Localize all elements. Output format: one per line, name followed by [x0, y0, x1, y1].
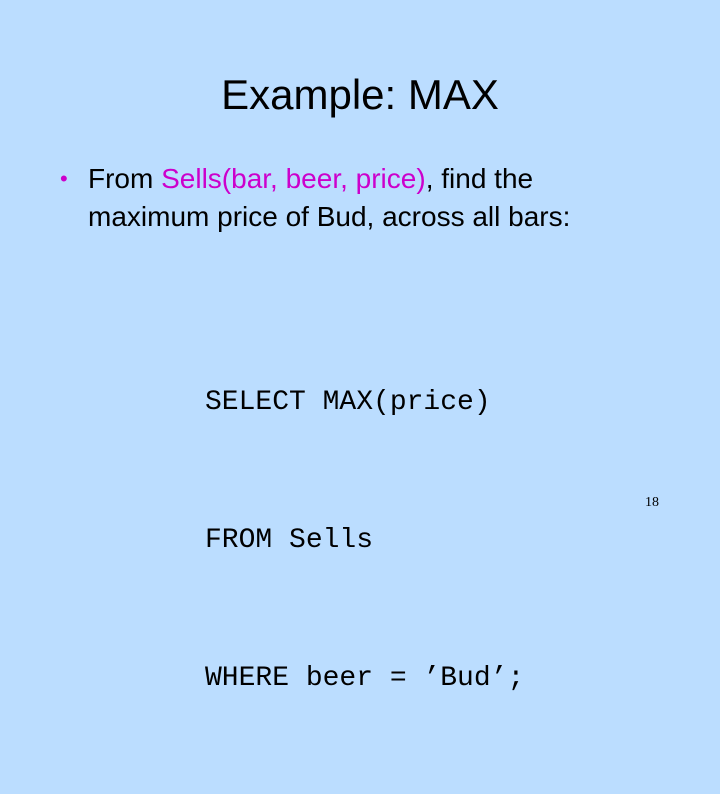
bullet-line-2: maximum price of Bud, across all bars: [88, 201, 571, 232]
bullet-marker: • [60, 166, 68, 191]
page-number: 18 [645, 495, 659, 510]
relation-schema: Sells(bar, beer, price) [161, 163, 426, 194]
bullet-suffix: , find the [425, 163, 534, 194]
bullet-text: From Sells(bar, beer, price), find the m… [88, 160, 668, 236]
code-line-where: WHERE beer = ’Bud’; [205, 663, 525, 694]
code-line-select: SELECT MAX(price) [205, 387, 491, 418]
slide-title: Example: MAX [221, 71, 499, 118]
code-line-from: FROM Sells [205, 525, 374, 556]
slide: Example: MAX • From Sells(bar, beer, pri… [0, 0, 720, 694]
sql-code-block: SELECT MAX(price) FROM Sells WHERE beer … [205, 288, 524, 794]
bullet-prefix: From [88, 163, 162, 194]
